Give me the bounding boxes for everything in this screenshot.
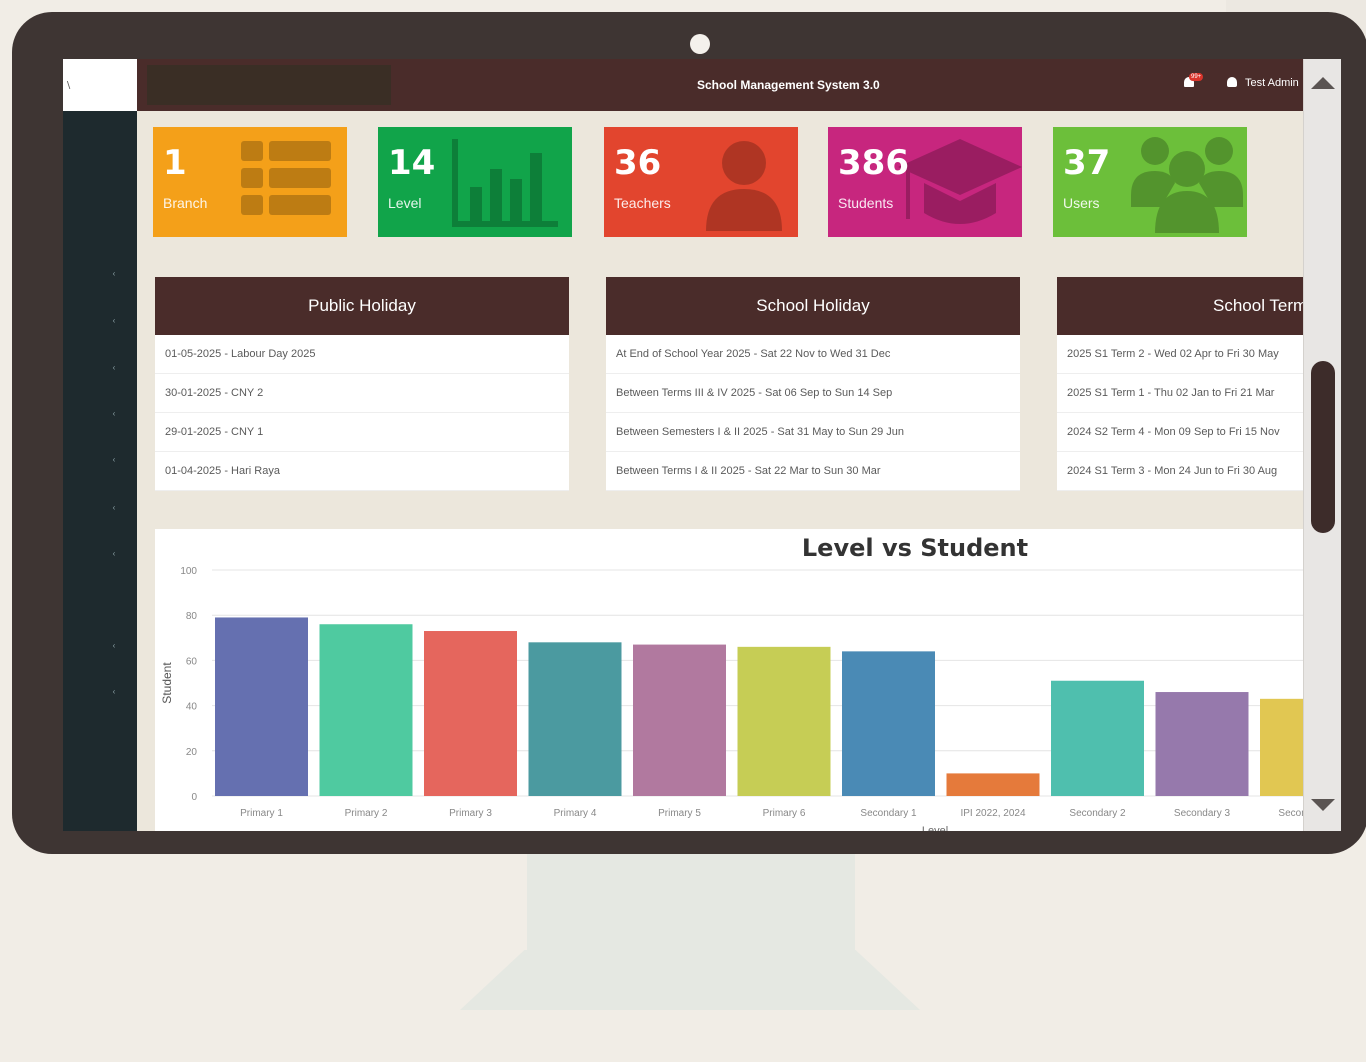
stat-value-branch: 1	[163, 143, 187, 183]
stat-label-branch: Branch	[163, 195, 208, 211]
list-item: Between Semesters I & II 2025 - Sat 31 M…	[606, 413, 1020, 452]
bar	[633, 644, 726, 796]
panel-title: Public Holiday	[155, 277, 569, 335]
stat-card-branch[interactable]: 1 Branch	[153, 127, 347, 237]
list-item: 2025 S1 Term 1 - Thu 02 Jan to Fri 21 Ma…	[1057, 374, 1341, 413]
bar	[1260, 698, 1305, 796]
x-tick-label: Primary 4	[554, 808, 597, 819]
x-tick-label: Primary 6	[763, 808, 806, 819]
stat-value-users: 37	[1063, 143, 1111, 183]
x-tick-label: Secondary 2	[1069, 808, 1126, 819]
bar	[842, 651, 935, 796]
list-item: 2024 S1 Term 3 - Mon 24 Jun to Fri 30 Au…	[1057, 452, 1341, 491]
sidebar-item-2-chevron-icon[interactable]: ‹	[109, 316, 119, 325]
topbar-search-area[interactable]	[147, 65, 391, 105]
stat-card-level[interactable]: 14 Level	[378, 127, 572, 237]
scroll-down-arrow-icon[interactable]	[1311, 799, 1335, 811]
sidebar-item-1-chevron-icon[interactable]: ‹	[109, 269, 119, 278]
sidebar: ∖ ‹ ‹ ‹ ‹ ‹ ‹ ‹ ‹ ‹	[63, 59, 137, 831]
y-tick-label: 80	[186, 611, 198, 622]
x-axis-label: Level	[922, 825, 948, 831]
notification-bell-icon[interactable]: 99+	[1182, 73, 1204, 93]
scroll-up-arrow-icon[interactable]	[1311, 77, 1335, 89]
panel-title: School Term	[1057, 277, 1341, 335]
bar	[737, 646, 831, 796]
list-item: 30-01-2025 - CNY 2	[155, 374, 569, 413]
bar-chart-icon	[452, 139, 558, 227]
sidebar-item-4-chevron-icon[interactable]: ‹	[109, 409, 119, 418]
list-item: 01-05-2025 - Labour Day 2025	[155, 335, 569, 374]
list-item: 29-01-2025 - CNY 1	[155, 413, 569, 452]
notification-badge: 99+	[1189, 73, 1204, 81]
stat-card-users[interactable]: 37 Users	[1053, 127, 1247, 237]
bar	[528, 642, 622, 796]
list-item: At End of School Year 2025 - Sat 22 Nov …	[606, 335, 1020, 374]
chart-title: Level vs Student	[802, 534, 1028, 562]
stat-card-teachers[interactable]: 36 Teachers	[604, 127, 798, 237]
user-icon	[1227, 77, 1237, 87]
bar	[1155, 692, 1249, 796]
x-tick-label: Secondary 3	[1174, 808, 1231, 819]
stat-value-teachers: 36	[614, 143, 662, 183]
stat-value-students: 386	[838, 143, 909, 183]
person-icon	[706, 141, 782, 231]
table-icon	[241, 141, 331, 215]
sidebar-item-6-chevron-icon[interactable]: ‹	[109, 503, 119, 512]
bar	[215, 617, 308, 796]
app-title: School Management System 3.0	[697, 78, 880, 92]
x-tick-label: Primary 1	[240, 808, 283, 819]
monitor-frame: ∖ ‹ ‹ ‹ ‹ ‹ ‹ ‹ ‹ ‹ School Management Sy…	[12, 12, 1366, 854]
sidebar-item-9-chevron-icon[interactable]: ‹	[109, 687, 119, 696]
top-navbar: School Management System 3.0 99+ Test Ad…	[137, 59, 1341, 111]
user-menu[interactable]: Test Admin	[1227, 77, 1299, 89]
logo[interactable]: ∖	[63, 59, 137, 111]
x-tick-label: Primary 5	[658, 808, 701, 819]
school-term-panel: School Term 2025 S1 Term 2 - Wed 02 Apr …	[1057, 277, 1341, 491]
bar	[424, 631, 517, 796]
list-item: 2024 S2 Term 4 - Mon 09 Sep to Fri 15 No…	[1057, 413, 1341, 452]
y-tick-label: 100	[180, 566, 197, 577]
chart-svg: Level vs Student 0 20 40 60 80 100 Student Prima…	[160, 534, 1305, 831]
screen: ∖ ‹ ‹ ‹ ‹ ‹ ‹ ‹ ‹ ‹ School Management Sy…	[63, 59, 1341, 831]
stat-card-students[interactable]: 386 Students	[828, 127, 1022, 237]
scroll-thumb[interactable]	[1311, 361, 1335, 533]
public-holiday-panel: Public Holiday 01-05-2025 - Labour Day 2…	[155, 277, 569, 491]
list-item: Between Terms I & II 2025 - Sat 22 Mar t…	[606, 452, 1020, 491]
stat-label-level: Level	[388, 195, 422, 211]
x-tick-label: Primary 2	[345, 808, 388, 819]
list-item: 2025 S1 Term 2 - Wed 02 Apr to Fri 30 Ma…	[1057, 335, 1341, 374]
users-icon	[1131, 137, 1243, 233]
stat-label-teachers: Teachers	[614, 195, 671, 211]
list-item: 01-04-2025 - Hari Raya	[155, 452, 569, 491]
y-tick-label: 60	[186, 656, 198, 667]
x-tick-label: Secondary 1	[860, 808, 917, 819]
sidebar-item-3-chevron-icon[interactable]: ‹	[109, 363, 119, 372]
list-item: Between Terms III & IV 2025 - Sat 06 Sep…	[606, 374, 1020, 413]
stat-value-level: 14	[388, 143, 436, 183]
graduation-cap-icon	[898, 139, 1022, 224]
bar	[946, 773, 1040, 796]
logo-mark: ∖	[65, 81, 72, 92]
x-tick-label: Secondary 4	[1278, 808, 1305, 819]
level-vs-student-chart: Level vs Student 0 20 40 60 80 100 Student Prima…	[155, 529, 1305, 831]
sidebar-item-5-chevron-icon[interactable]: ‹	[109, 455, 119, 464]
bar	[319, 624, 413, 796]
stat-label-users: Users	[1063, 195, 1100, 211]
sidebar-item-7-chevron-icon[interactable]: ‹	[109, 549, 119, 558]
y-tick-label: 20	[186, 747, 198, 758]
panel-title: School Holiday	[606, 277, 1020, 335]
y-axis-label: Student	[160, 662, 174, 704]
x-tick-label: Primary 3	[449, 808, 492, 819]
stat-label-students: Students	[838, 195, 894, 211]
y-tick-label: 40	[186, 702, 198, 713]
school-holiday-panel: School Holiday At End of School Year 202…	[606, 277, 1020, 491]
x-tick-label: IPI 2022, 2024	[960, 808, 1025, 819]
y-tick-label: 0	[191, 792, 197, 803]
sidebar-item-8-chevron-icon[interactable]: ‹	[109, 641, 119, 650]
camera-icon	[690, 34, 710, 54]
monitor-stand-neck	[527, 850, 855, 1000]
user-name: Test Admin	[1245, 77, 1299, 89]
scrollbar[interactable]	[1303, 59, 1341, 831]
bar	[1051, 680, 1144, 796]
